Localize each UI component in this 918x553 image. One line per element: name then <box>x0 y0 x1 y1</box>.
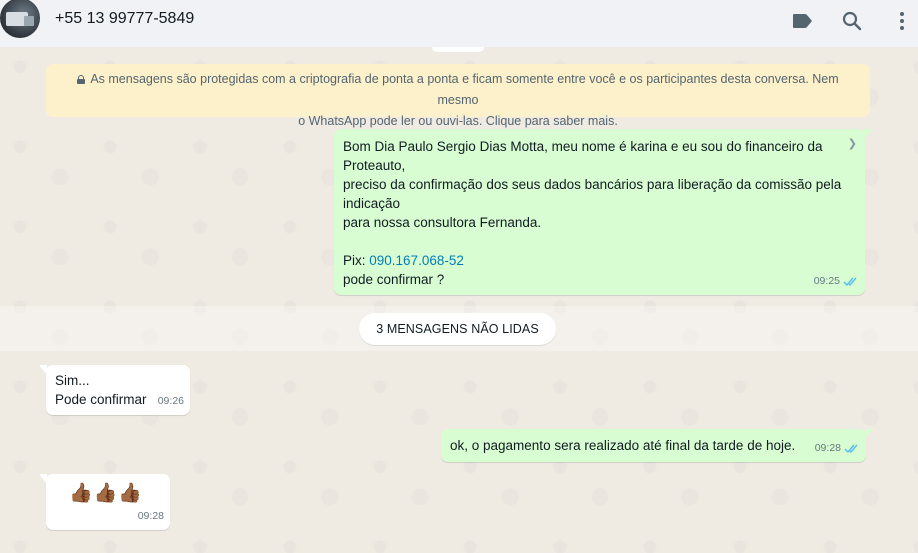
message-line: Bom Dia Paulo Sergio Dias Motta, meu nom… <box>343 139 823 154</box>
chevron-down-icon[interactable]: ❯ <box>848 135 857 154</box>
message-line: Proteauto, <box>343 158 406 173</box>
message-time: 09:26 <box>157 395 184 407</box>
message-outgoing[interactable]: ok, o pagamento sera realizado até final… <box>441 429 873 462</box>
message-line: pode confirmar ? <box>343 272 445 287</box>
message-line: Pix: 090.167.068-52 <box>343 251 856 270</box>
search-icon[interactable] <box>839 8 865 34</box>
avatar[interactable] <box>0 0 40 38</box>
menu-icon[interactable] <box>889 8 915 34</box>
bubble-tail <box>39 474 47 484</box>
label-icon[interactable] <box>789 8 815 34</box>
date-pill <box>432 47 484 52</box>
encryption-notice-line1: As mensagens são protegidas com a cripto… <box>90 72 839 107</box>
message-meta: 09:28 <box>815 439 860 458</box>
message-line: indicação <box>343 196 401 211</box>
bubble-tail <box>865 429 873 439</box>
chat-header: +55 13 99777-5849 <box>0 0 918 47</box>
message-incoming[interactable]: Sim... Pode confirmar 09:26 <box>39 365 190 415</box>
message-meta: 09:26 <box>158 392 184 411</box>
pix-link[interactable]: 090.167.068-52 <box>369 253 464 268</box>
message-meta: 09:25 <box>814 272 859 291</box>
lock-icon <box>77 75 86 84</box>
message-incoming[interactable]: 👍🏾👍🏾👍🏾 09:28 <box>39 474 170 530</box>
message-time: 09:25 <box>813 275 840 287</box>
message-time: 09:28 <box>814 442 841 454</box>
chat-area: As mensagens são protegidas com a cripto… <box>0 47 918 553</box>
message-time: 09:28 <box>137 510 164 522</box>
contact-name[interactable]: +55 13 99777-5849 <box>55 10 194 28</box>
encryption-notice[interactable]: As mensagens são protegidas com a cripto… <box>46 64 870 128</box>
bubble-tail <box>39 365 47 375</box>
bubble-tail <box>864 129 872 139</box>
message-meta: 09:28 <box>138 507 164 526</box>
message-text: ok, o pagamento sera realizado até final… <box>450 438 796 453</box>
unread-messages-label: 3 MENSAGENS NÃO LIDAS <box>359 313 556 345</box>
message-outgoing[interactable]: ❯ Bom Dia Paulo Sergio Dias Motta, meu n… <box>334 129 872 295</box>
message-line: preciso da confirmação dos seus dados ba… <box>343 177 842 192</box>
read-ticks-icon <box>844 444 858 454</box>
message-line: Sim... <box>55 373 90 388</box>
avatar-truck-cab-shape <box>24 16 34 26</box>
message-line: para nossa consultora Fernanda. <box>343 215 542 230</box>
read-ticks-icon <box>843 277 857 287</box>
thumbs-up-emoji: 👍🏾👍🏾👍🏾 <box>69 483 143 504</box>
pix-label: Pix: <box>343 253 370 268</box>
encryption-notice-line2: o WhatsApp pode ler ou ouvi-las. Clique … <box>298 114 618 128</box>
